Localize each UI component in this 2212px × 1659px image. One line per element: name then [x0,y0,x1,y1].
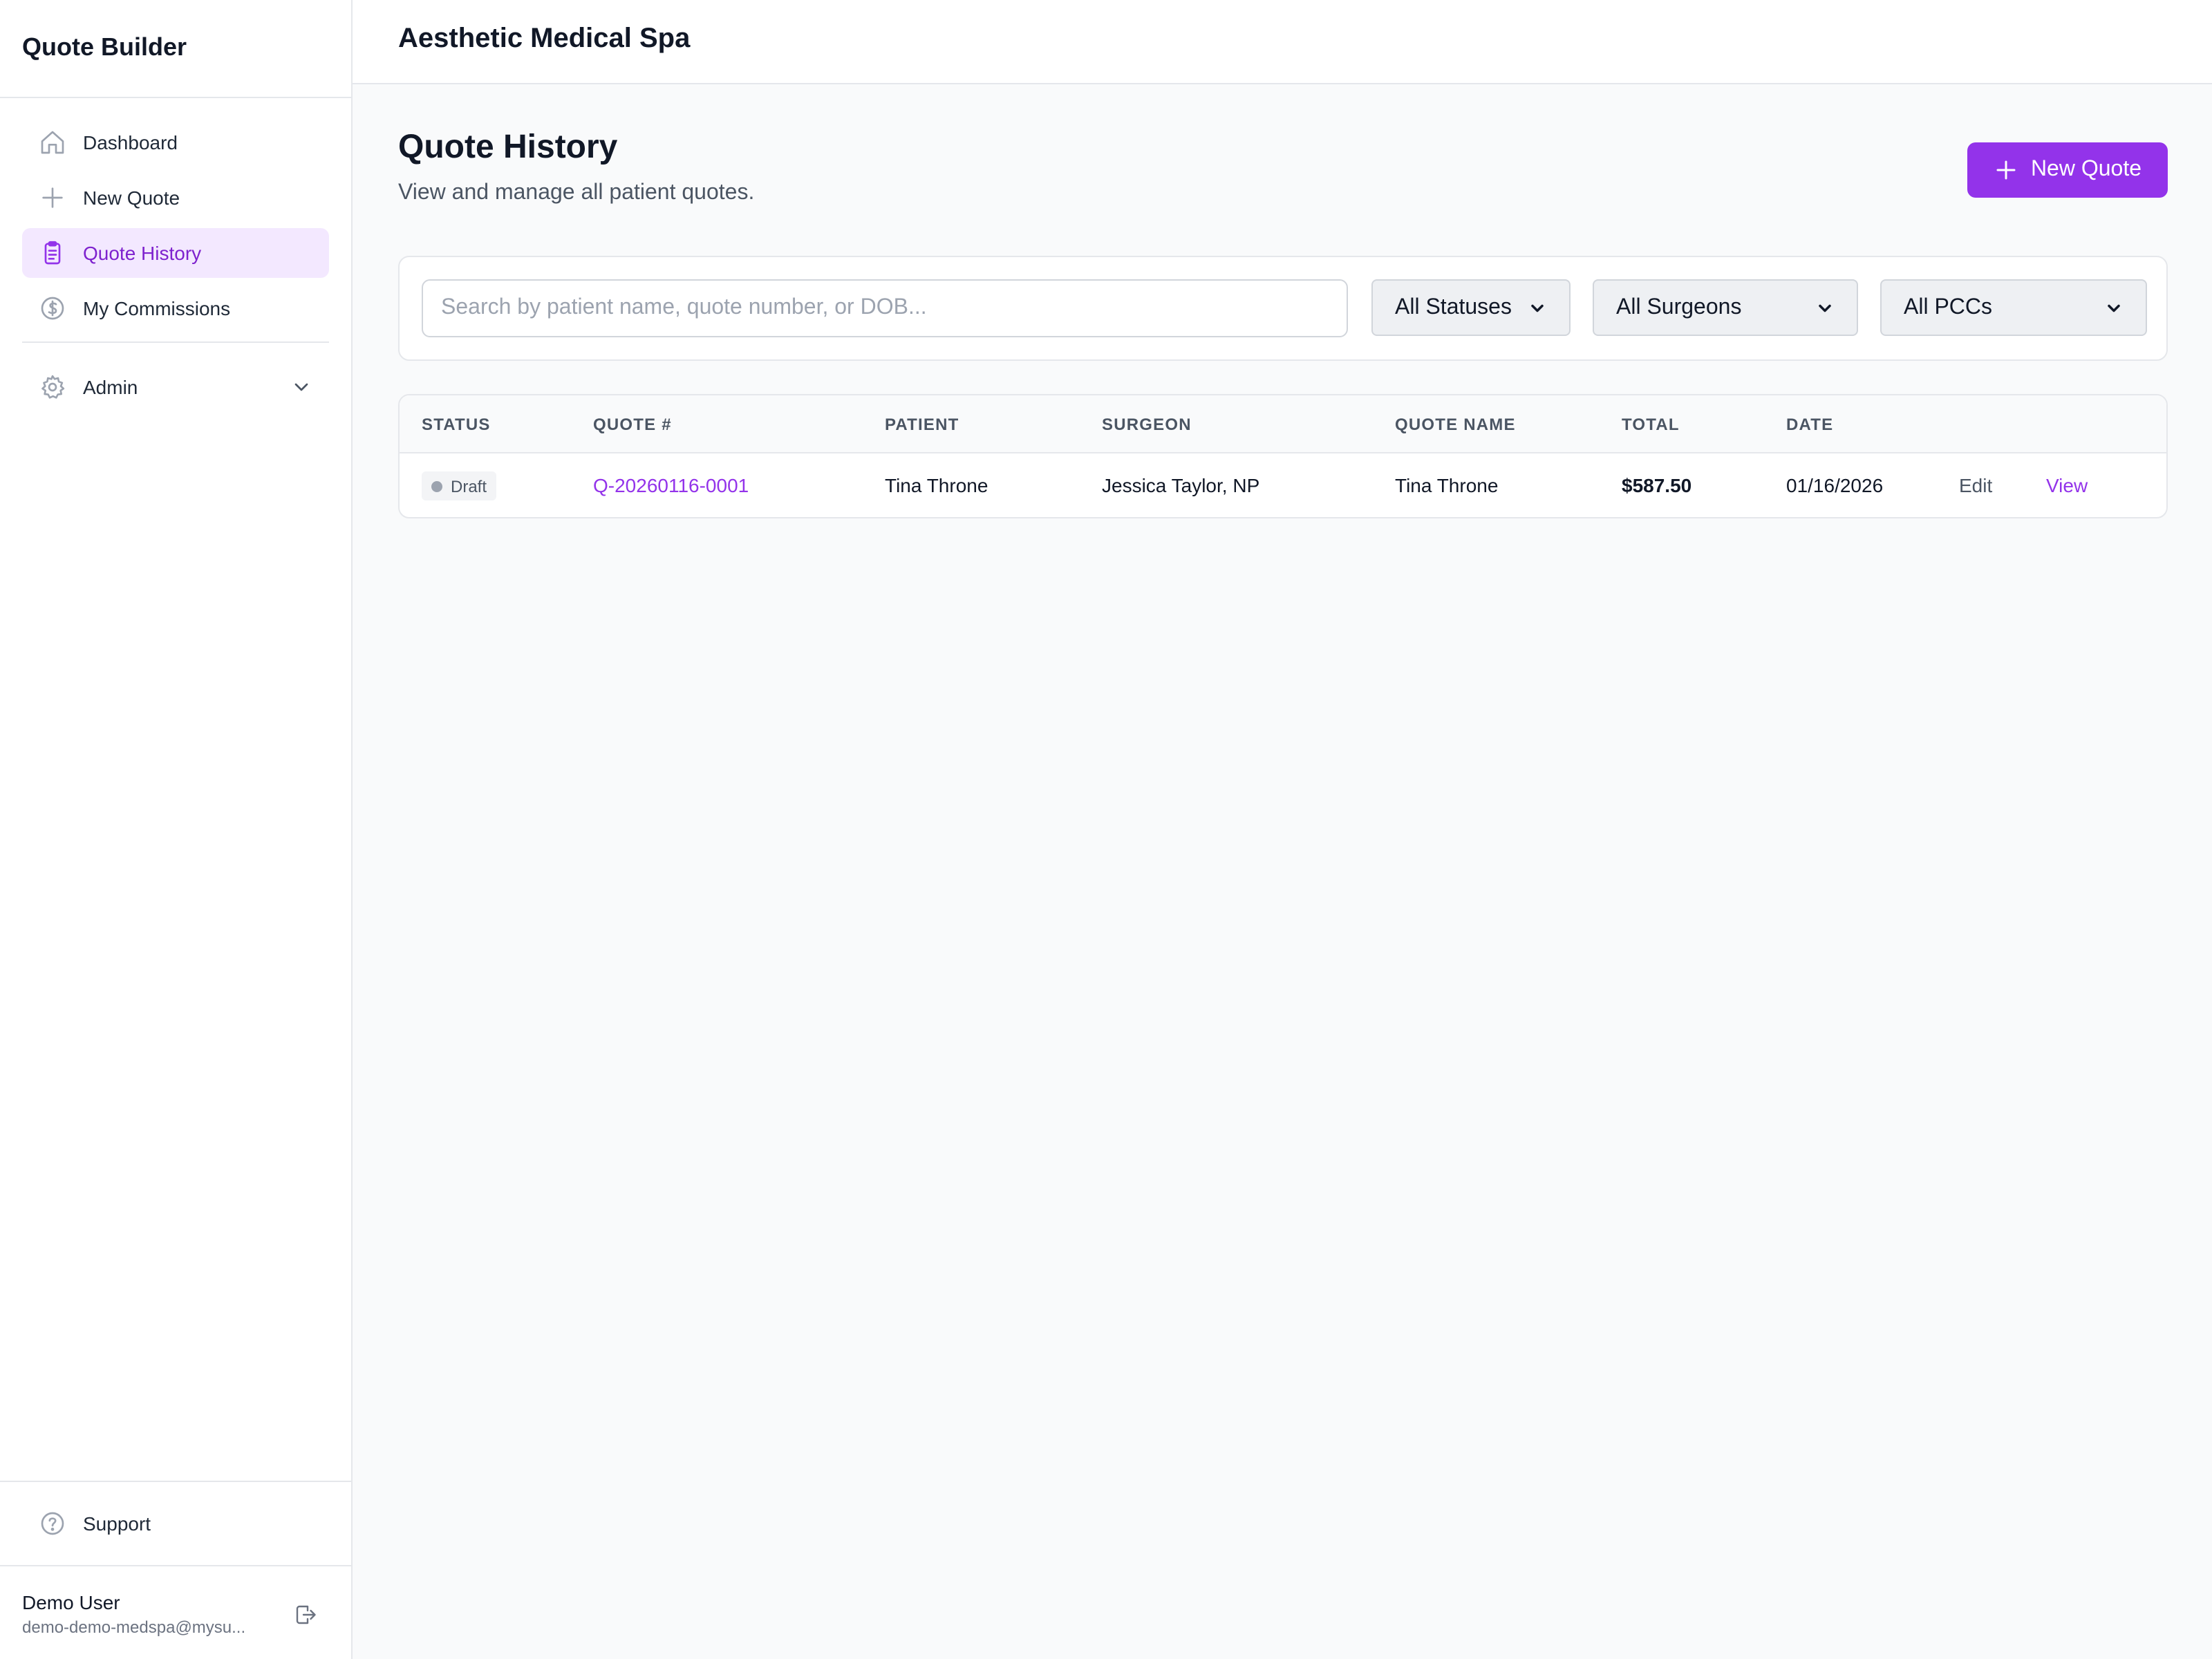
app-root: Quote Builder Dashboard New Quote Quote … [0,0,2212,1659]
new-quote-button[interactable]: New Quote [1967,142,2168,198]
clipboard-icon [39,239,66,267]
edit-link[interactable]: Edit [1959,474,1992,496]
table-row: Draft Q-20260116-0001 Tina Throne Jessic… [400,453,2166,517]
chevron-down-icon [1528,298,1547,317]
column-header-status: STATUS [422,415,491,434]
sidebar-item-label: My Commissions [83,297,231,319]
pcc-filter-value: All PCCs [1904,295,1993,319]
sidebar-item-quote-history[interactable]: Quote History [22,228,329,278]
gear-icon [39,373,66,401]
sidebar-divider [22,341,329,343]
help-circle-icon [39,1510,66,1537]
page-header: Quote History View and manage all patien… [398,84,2168,250]
quote-number-link[interactable]: Q-20260116-0001 [593,474,749,496]
surgeon-filter-value: All Surgeons [1616,295,1742,319]
org-name: Aesthetic Medical Spa [398,24,691,54]
plus-icon [1994,158,2018,182]
status-filter-value: All Statuses [1395,295,1512,319]
app-title: Quote Builder [0,0,351,98]
surgeon-filter-select[interactable]: All Surgeons [1593,279,1858,336]
sidebar-item-new-quote[interactable]: New Quote [22,173,329,223]
new-quote-label: New Quote [2030,158,2142,181]
patient-cell: Tina Throne [885,474,988,496]
search-input[interactable] [422,279,1348,337]
status-badge-label: Draft [451,476,487,496]
chevron-down-icon [290,376,312,398]
user-profile: Demo User demo-demo-medspa@mysu... [0,1565,351,1659]
quotes-table: STATUS QUOTE # PATIENT SURGEON QUOTE NAM… [398,394,2168,518]
quote-name-cell: Tina Throne [1395,474,1499,496]
org-header: Aesthetic Medical Spa [353,0,2212,84]
sidebar: Quote Builder Dashboard New Quote Quote … [0,0,353,1659]
chevron-down-icon [1815,298,1835,317]
status-dot-icon [431,480,442,491]
logout-icon[interactable] [293,1602,318,1627]
sidebar-item-label: Support [83,1512,151,1535]
page-title: Quote History [398,129,618,166]
sidebar-item-label: Dashboard [83,131,178,153]
sidebar-item-my-commissions[interactable]: My Commissions [22,283,329,333]
plus-icon [39,184,66,212]
pcc-filter-select[interactable]: All PCCs [1880,279,2147,336]
sidebar-item-admin[interactable]: Admin [22,362,329,412]
dollar-circle-icon [39,294,66,322]
column-header-quote-number: QUOTE # [593,415,672,434]
sidebar-item-dashboard[interactable]: Dashboard [22,118,329,167]
chevron-down-icon [2104,298,2124,317]
date-cell: 01/16/2026 [1786,474,1884,496]
column-header-quote-name: QUOTE NAME [1395,415,1516,434]
sidebar-item-label: Admin [83,376,138,398]
filter-bar: All Statuses All Surgeons All PCCs [398,256,2168,361]
column-header-surgeon: SURGEON [1102,415,1192,434]
status-badge: Draft [422,471,497,500]
sidebar-footer: Support Demo User demo-demo-medspa@mysu.… [0,1481,351,1659]
column-header-total: TOTAL [1622,415,1680,434]
surgeon-cell: Jessica Taylor, NP [1102,474,1260,496]
total-cell: $587.50 [1622,474,1692,496]
table-header: STATUS QUOTE # PATIENT SURGEON QUOTE NAM… [400,395,2166,453]
status-filter-select[interactable]: All Statuses [1371,279,1571,336]
support-section: Support [0,1481,351,1565]
sidebar-item-label: New Quote [83,187,180,209]
page-subtitle: View and manage all patient quotes. [398,181,755,205]
column-header-date: DATE [1786,415,1834,434]
sidebar-nav: Dashboard New Quote Quote History My Com… [0,98,351,412]
sidebar-item-label: Quote History [83,242,202,264]
user-email: demo-demo-medspa@mysu... [22,1618,246,1637]
home-icon [39,129,66,156]
main-content: Quote History View and manage all patien… [398,84,2168,518]
view-link[interactable]: View [2046,474,2088,496]
user-name: Demo User [22,1591,120,1613]
column-header-patient: PATIENT [885,415,959,434]
sidebar-item-support[interactable]: Support [22,1499,329,1548]
